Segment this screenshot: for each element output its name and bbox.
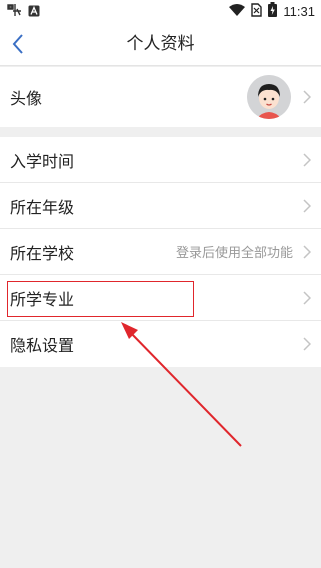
row-label: 所在年级: [10, 197, 75, 217]
avatar-section: 头像: [0, 67, 321, 127]
status-time: 11:31: [283, 3, 315, 19]
page-title: 个人资料: [126, 34, 195, 54]
row-school[interactable]: 所在学校 登录后使用全部功能: [0, 229, 321, 275]
row-grade[interactable]: 所在年级: [0, 183, 321, 229]
avatar: [247, 75, 291, 119]
wifi-icon: [229, 3, 246, 19]
profile-list: 入学时间 所在年级 所在学校 登录后使用全部功能 所学专业 隐私设置: [0, 137, 321, 367]
battery-charging-icon: [268, 2, 278, 20]
highlight-box: [7, 281, 194, 317]
chevron-right-icon: [303, 290, 311, 305]
chevron-right-icon: [303, 337, 311, 351]
chevron-right-icon: [303, 152, 311, 167]
navigation-bar: 个人资料: [0, 22, 321, 66]
row-label: 隐私设置: [10, 336, 75, 355]
chevron-right-icon: [303, 90, 311, 104]
app-notification-icon: [6, 2, 22, 21]
row-privacy-settings[interactable]: 隐私设置: [0, 321, 321, 367]
no-sim-icon: [251, 2, 263, 20]
avatar-label: 头像: [10, 89, 43, 108]
chevron-right-icon: [303, 244, 311, 259]
row-value: 登录后使用全部功能: [175, 246, 293, 261]
a-notification-icon: [28, 2, 40, 21]
row-label: 所在学校: [10, 243, 75, 263]
avatar-row[interactable]: 头像: [0, 67, 321, 127]
status-bar: 11:31: [0, 0, 321, 22]
chevron-right-icon: [303, 198, 311, 213]
row-enrollment-time[interactable]: 入学时间: [0, 137, 321, 183]
row-label: 入学时间: [10, 151, 75, 171]
